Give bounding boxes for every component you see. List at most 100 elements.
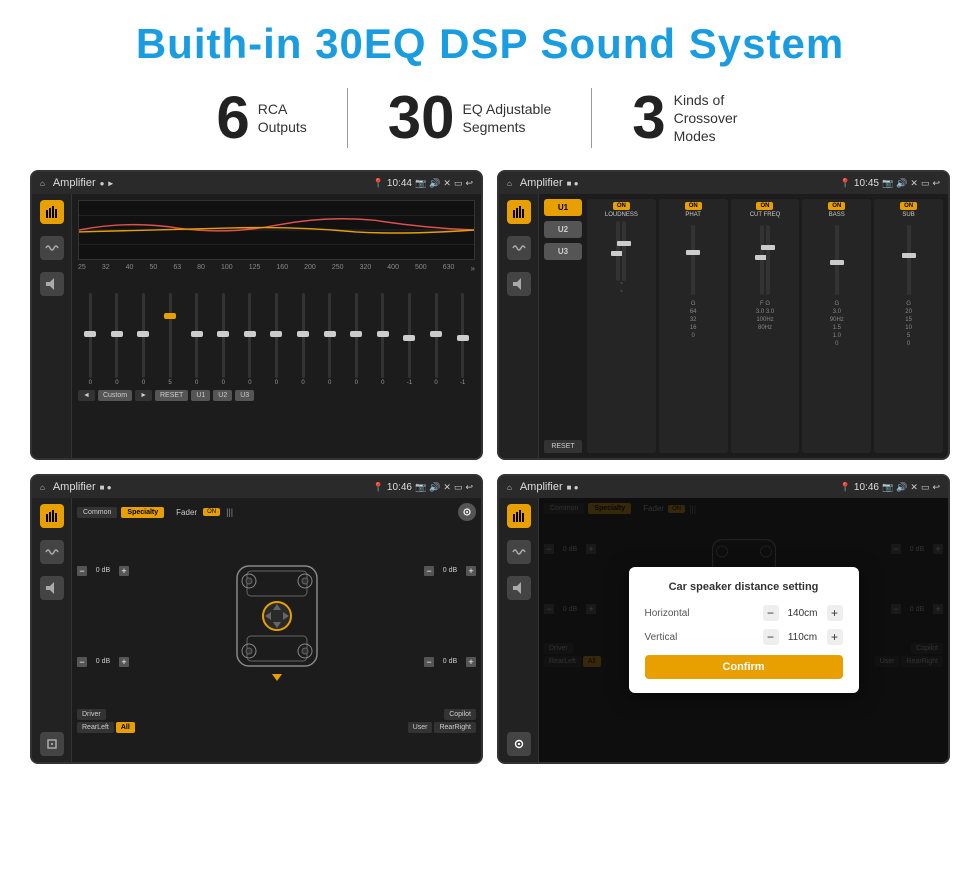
btn-all[interactable]: All: [116, 722, 135, 733]
sidebar-wave-icon-3[interactable]: [40, 540, 64, 564]
eq-custom-btn[interactable]: Custom: [98, 390, 132, 401]
sidebar-4: [499, 498, 539, 762]
sidebar-expand-icon-4[interactable]: [507, 732, 531, 756]
speaker-right-ctrl: − 0 dB + − 0 dB +: [424, 526, 476, 706]
status-icons-4: 📍 10:46 📷🔊✕▭↩: [840, 482, 940, 493]
dialog-value-horizontal: − 140cm +: [763, 605, 843, 621]
stat-number-crossover: 3: [632, 88, 665, 148]
sidebar-speaker-icon-2[interactable]: [507, 272, 531, 296]
page-wrapper: Buith-in 30EQ DSP Sound System 6 RCA Out…: [0, 0, 980, 784]
home-icon-2[interactable]: ⌂: [507, 179, 512, 188]
sidebar-wave-icon-4[interactable]: [507, 540, 531, 564]
eq-next-btn[interactable]: ►: [135, 390, 152, 401]
sp-right-row-1: − 0 dB +: [424, 566, 476, 576]
status-bar-4: ⌂ Amplifier ■ ● 📍 10:46 📷🔊✕▭↩: [499, 476, 948, 498]
sidebar-expand-icon-3[interactable]: [40, 732, 64, 756]
sidebar-1: [32, 194, 72, 458]
eq-slider-4: 0: [184, 293, 209, 386]
screen-inner-2: U1 U2 U3 RESET ON LOUDNESS: [499, 194, 948, 458]
btn-rearright[interactable]: RearRight: [434, 722, 476, 733]
btn-copilot[interactable]: Copilot: [444, 709, 476, 720]
screen-title-3: Amplifier: [53, 481, 96, 493]
mixer-cutfreq: ON CUT FREQ F G 3.0 3.0 100Hz 80Hz: [731, 199, 800, 453]
sidebar-wave-icon[interactable]: [40, 236, 64, 260]
fader-on-badge: ON: [203, 508, 220, 516]
status-bar-2: ⌂ Amplifier ■ ● 📍 10:45 📷🔊✕▭↩: [499, 172, 948, 194]
home-icon-4[interactable]: ⌂: [507, 483, 512, 492]
sp-left-row-1: − 0 dB +: [77, 566, 129, 576]
dialog-title: Car speaker distance setting: [645, 581, 843, 593]
eq-u2-btn[interactable]: U2: [213, 390, 232, 401]
screen-title-4: Amplifier: [520, 481, 563, 493]
channel-u1[interactable]: U1: [544, 199, 582, 216]
sidebar-eq-icon-4[interactable]: [507, 504, 531, 528]
confirm-button[interactable]: Confirm: [645, 655, 843, 679]
speaker-diagram-area: − 0 dB + − 0 dB +: [77, 526, 476, 706]
car-diagram-center: [133, 526, 420, 706]
status-icons-3: 📍 10:46 📷🔊✕▭↩: [373, 482, 473, 493]
dialog-minus-horizontal[interactable]: −: [763, 605, 779, 621]
btn-driver[interactable]: Driver: [77, 709, 106, 720]
sp-right-row-2: − 0 dB +: [424, 657, 476, 667]
sp-plus-br[interactable]: +: [466, 657, 476, 667]
dialog-label-vertical: Vertical: [645, 632, 678, 643]
main-title: Buith-in 30EQ DSP Sound System: [30, 20, 950, 68]
tab-specialty[interactable]: Specialty: [121, 507, 164, 518]
sidebar-speaker-icon[interactable]: [40, 272, 64, 296]
eq-u1-btn[interactable]: U1: [191, 390, 210, 401]
eq-prev-btn[interactable]: ◄: [78, 390, 95, 401]
sidebar-eq-icon-3[interactable]: [40, 504, 64, 528]
dialog-val-vertical: 110cm: [783, 632, 823, 643]
stat-label-crossover: Kinds of Crossover Modes: [674, 91, 764, 146]
screen-content-4: Common Specialty Fader ON ||| − 0 dB: [539, 498, 948, 762]
sidebar-speaker-icon-4[interactable]: [507, 576, 531, 600]
eq-u3-btn[interactable]: U3: [235, 390, 254, 401]
eq-slider-14: -1: [450, 293, 475, 386]
mixer-phat: ON PHAT G 64 32 16 0: [659, 199, 728, 453]
channel-u3[interactable]: U3: [544, 243, 582, 260]
home-icon-1[interactable]: ⌂: [40, 179, 45, 188]
sp-minus-bl[interactable]: −: [77, 657, 87, 667]
mixer-controls: ON LOUDNESS ~~ ON PHAT: [587, 199, 943, 453]
eq-slider-6: 0: [238, 293, 263, 386]
sidebar-2: [499, 194, 539, 458]
sidebar-eq-icon-2[interactable]: [507, 200, 531, 224]
sp-plus-tr[interactable]: +: [466, 566, 476, 576]
sp-plus-tl[interactable]: +: [119, 566, 129, 576]
btn-rearleft[interactable]: RearLeft: [77, 722, 114, 733]
dialog-box: Car speaker distance setting Horizontal …: [629, 567, 859, 693]
dialog-plus-vertical[interactable]: +: [827, 629, 843, 645]
screen-inner-1: 25 32 40 50 63 80 100 125 160 200 250 32…: [32, 194, 481, 458]
home-icon-3[interactable]: ⌂: [40, 483, 45, 492]
sp-db-br: 0 dB: [436, 658, 464, 665]
eq-slider-3: 5: [158, 293, 183, 386]
speaker-settings-icon[interactable]: [458, 503, 476, 521]
screens-grid: ⌂ Amplifier ● ► 📍 10:44 📷 🔊 ✕ ▭ ↩: [30, 170, 950, 764]
dialog-minus-vertical[interactable]: −: [763, 629, 779, 645]
eq-slider-11: 0: [371, 293, 396, 386]
eq-slider-12: -1: [397, 293, 422, 386]
speaker-bottom-btns-2: RearLeft All User RearRight: [77, 722, 476, 733]
eq-sliders: 0 0 0 5 0 0 0 0 0 0 0 0 -1 0 -1: [78, 276, 475, 386]
channel-u2[interactable]: U2: [544, 221, 582, 238]
sidebar-eq-icon[interactable]: [40, 200, 64, 224]
sp-minus-tl[interactable]: −: [77, 566, 87, 576]
dialog-plus-horizontal[interactable]: +: [827, 605, 843, 621]
eq-curve-svg: [79, 201, 474, 259]
eq-reset-btn[interactable]: RESET: [155, 390, 188, 401]
screen-title-2: Amplifier: [520, 177, 563, 189]
sidebar-wave-icon-2[interactable]: [507, 236, 531, 260]
btn-user[interactable]: User: [408, 722, 433, 733]
eq-slider-0: 0: [78, 293, 103, 386]
sidebar-speaker-icon-3[interactable]: [40, 576, 64, 600]
screen-eq: ⌂ Amplifier ● ► 📍 10:44 📷 🔊 ✕ ▭ ↩: [30, 170, 483, 460]
mixer-reset[interactable]: RESET: [544, 440, 582, 453]
screen-mixer: ⌂ Amplifier ■ ● 📍 10:45 📷🔊✕▭↩: [497, 170, 950, 460]
sp-minus-br[interactable]: −: [424, 657, 434, 667]
dialog-row-vertical: Vertical − 110cm +: [645, 629, 843, 645]
close-icon-1: ✕: [443, 178, 451, 189]
status-bar-1: ⌂ Amplifier ● ► 📍 10:44 📷 🔊 ✕ ▭ ↩: [32, 172, 481, 194]
sp-plus-bl[interactable]: +: [119, 657, 129, 667]
sp-minus-tr[interactable]: −: [424, 566, 434, 576]
tab-common[interactable]: Common: [77, 507, 117, 518]
